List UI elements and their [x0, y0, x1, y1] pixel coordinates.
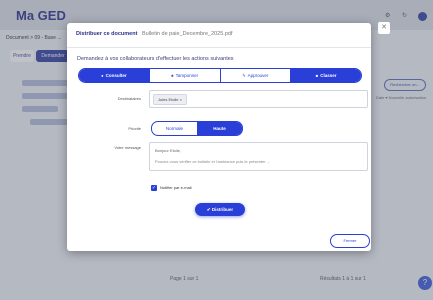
notify-label: Notifier par e-mail [160, 185, 192, 191]
pen-icon: ✎ [242, 73, 246, 78]
recipients-field[interactable]: Jules Etoile × [149, 90, 368, 108]
action-consulter[interactable]: ● Consulter [79, 69, 150, 82]
notify-option[interactable]: ✓ Notifier par e-mail [151, 185, 192, 191]
action-classer[interactable]: ■ Classer [291, 69, 361, 82]
distribute-dialog: Distribuer ce document Bulletin de paie_… [67, 23, 371, 251]
action-label: Classer [320, 73, 337, 78]
priority-label: Priorité [128, 126, 141, 131]
recipients-label: Destinataires [117, 96, 141, 101]
action-tabs: ● Consulter ♣ Tamponner ✎ Approuver ■ Classe… [78, 68, 362, 83]
action-label: Consulter [105, 73, 127, 78]
priority-high[interactable]: Haute [197, 122, 242, 135]
action-approuver[interactable]: ✎ Approuver [221, 69, 292, 82]
notify-checkbox[interactable]: ✓ [151, 185, 157, 191]
dialog-title-text: Distribuer ce document [76, 31, 138, 37]
action-label: Approuver [247, 73, 269, 78]
stamp-icon: ♣ [171, 73, 174, 78]
distribute-button[interactable]: ✔ Distribuer [195, 203, 245, 216]
message-label: Votre message [114, 145, 141, 150]
dialog-subtitle: Bulletin de paie_Decembre_2025.pdf [141, 31, 233, 37]
close-icon[interactable]: ✕ [378, 22, 390, 34]
priority-toggle: Normale Haute [151, 121, 243, 136]
dialog-title: Distribuer ce document Bulletin de paie_… [76, 31, 232, 37]
message-body: Pouvez-vous vérifier ce bulletin et l'am… [155, 159, 271, 164]
close-button[interactable]: Fermer [330, 234, 370, 248]
dialog-header: Distribuer ce document Bulletin de paie_… [67, 23, 371, 48]
recipient-chip[interactable]: Jules Etoile × [153, 94, 187, 105]
eye-icon: ● [101, 73, 104, 78]
folder-icon: ■ [315, 73, 319, 78]
action-label: Tamponner [175, 73, 199, 78]
message-greeting: Bonjour Etoile, [155, 148, 182, 153]
actions-prompt: Demandez à vos collaborateurs d'effectue… [77, 56, 234, 62]
action-tamponner[interactable]: ♣ Tamponner [150, 69, 221, 82]
message-textarea[interactable]: Bonjour Etoile, Pouvez-vous vérifier ce … [149, 142, 368, 171]
priority-normal[interactable]: Normale [152, 122, 197, 135]
